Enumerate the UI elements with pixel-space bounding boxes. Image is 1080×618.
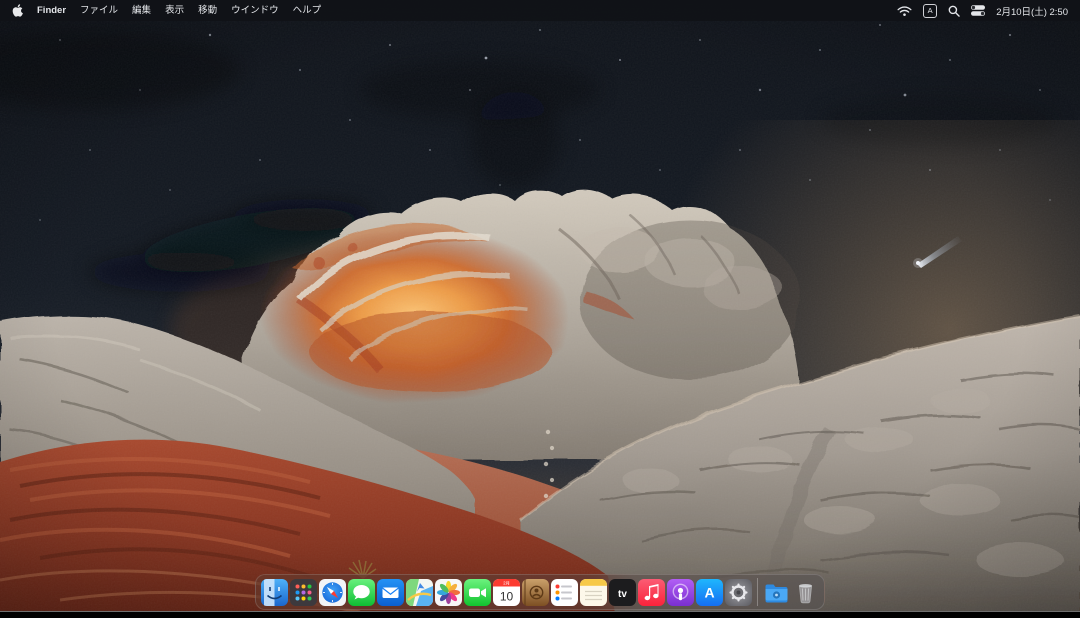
- tv-glyph: tv: [618, 589, 627, 600]
- menu-app-finder[interactable]: Finder: [37, 0, 66, 21]
- dock-photos[interactable]: [435, 579, 462, 606]
- menu-edit[interactable]: 編集: [132, 0, 151, 21]
- menu-window[interactable]: ウインドウ: [231, 0, 279, 21]
- dock-notes[interactable]: [580, 579, 607, 606]
- dock-finder[interactable]: [261, 579, 288, 606]
- calendar-day-label: 10: [500, 589, 514, 603]
- dock-trash[interactable]: [792, 579, 819, 606]
- menu-go[interactable]: 移動: [198, 0, 217, 21]
- apple-menu-icon[interactable]: [12, 4, 23, 17]
- dock-facetime[interactable]: [464, 579, 491, 606]
- control-center-icon[interactable]: [971, 5, 985, 16]
- dock-tv[interactable]: tv: [609, 579, 636, 606]
- menu-view[interactable]: 表示: [165, 0, 184, 21]
- dock-music[interactable]: [638, 579, 665, 606]
- menu-bar-clock[interactable]: 2月10日(土) 2:50: [996, 4, 1068, 18]
- input-source-icon[interactable]: A: [923, 4, 937, 18]
- dock-app-store[interactable]: A: [696, 579, 723, 606]
- dock-maps[interactable]: [406, 579, 433, 606]
- dock-podcasts[interactable]: [667, 579, 694, 606]
- dock-divider: [757, 578, 758, 606]
- app-store-glyph: A: [704, 584, 714, 600]
- menu-file[interactable]: ファイル: [80, 0, 118, 21]
- dock-mail[interactable]: [377, 579, 404, 606]
- dock-launchpad[interactable]: [290, 579, 317, 606]
- wifi-icon[interactable]: [897, 5, 912, 17]
- dock-safari[interactable]: [319, 579, 346, 606]
- dock-downloads-folder[interactable]: [763, 579, 790, 606]
- dock-reminders[interactable]: [551, 579, 578, 606]
- dock-contacts[interactable]: [522, 579, 549, 606]
- dock-calendar[interactable]: 2月 10: [493, 579, 520, 606]
- wallpaper-illustration: [0, 0, 1080, 618]
- letterbox-bar: [0, 612, 1080, 618]
- menu-bar: Finder ファイル 編集 表示 移動 ウインドウ ヘルプ A: [0, 0, 1080, 21]
- desktop: Finder ファイル 編集 表示 移動 ウインドウ ヘルプ A: [0, 0, 1080, 618]
- search-icon[interactable]: [948, 5, 960, 17]
- dock-settings[interactable]: [725, 579, 752, 606]
- menu-help[interactable]: ヘルプ: [293, 0, 322, 21]
- dock: 2月 10: [255, 574, 825, 610]
- dock-messages[interactable]: [348, 579, 375, 606]
